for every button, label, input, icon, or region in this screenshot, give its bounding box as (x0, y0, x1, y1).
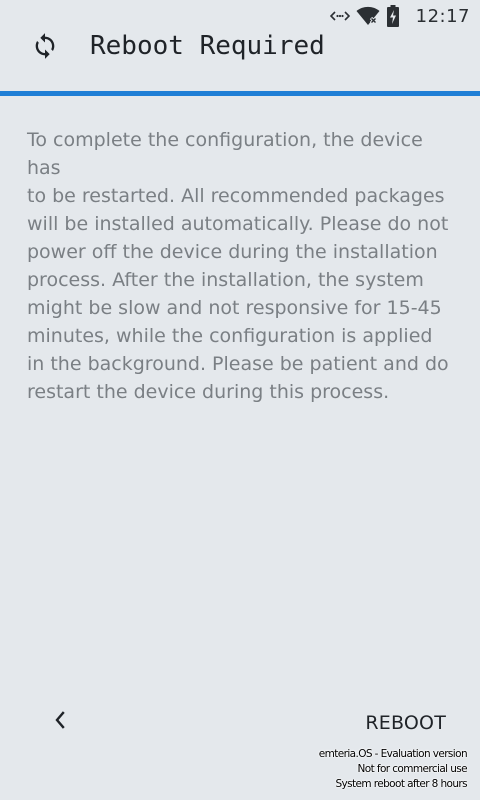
watermark-line: System reboot after 8 hours (335, 778, 467, 790)
message-line: process. After the installation, the sys… (27, 269, 424, 291)
message-line: in the background. Please be patient and… (27, 353, 449, 375)
reboot-message: To complete the configuration, the devic… (27, 126, 455, 406)
message-line: minutes, while the configuration is appl… (27, 325, 433, 347)
chevron-left-icon (53, 710, 67, 734)
message-line: power off the device during the installa… (27, 241, 438, 263)
page-title: Reboot Required (90, 31, 325, 61)
message-line: will be installed automatically. Please … (27, 213, 449, 235)
sync-icon (31, 32, 59, 60)
header: Reboot Required (0, 18, 480, 74)
message-line: restart the device during this process. (27, 381, 390, 403)
message-line: might be slow and not responsive for 15-… (27, 297, 442, 319)
watermark-line: emteria.OS - Evaluation version (318, 748, 468, 760)
back-button[interactable] (44, 700, 76, 744)
watermark-line: Not for commercial use (357, 763, 468, 775)
reboot-button[interactable]: REBOOT (365, 706, 446, 740)
header-divider (0, 91, 480, 96)
evaluation-watermark: emteria.OS - Evaluation version Not for … (318, 747, 468, 792)
message-line: To complete the configuration, the devic… (27, 129, 423, 179)
message-line: to be restarted. All recommended package… (27, 185, 445, 207)
